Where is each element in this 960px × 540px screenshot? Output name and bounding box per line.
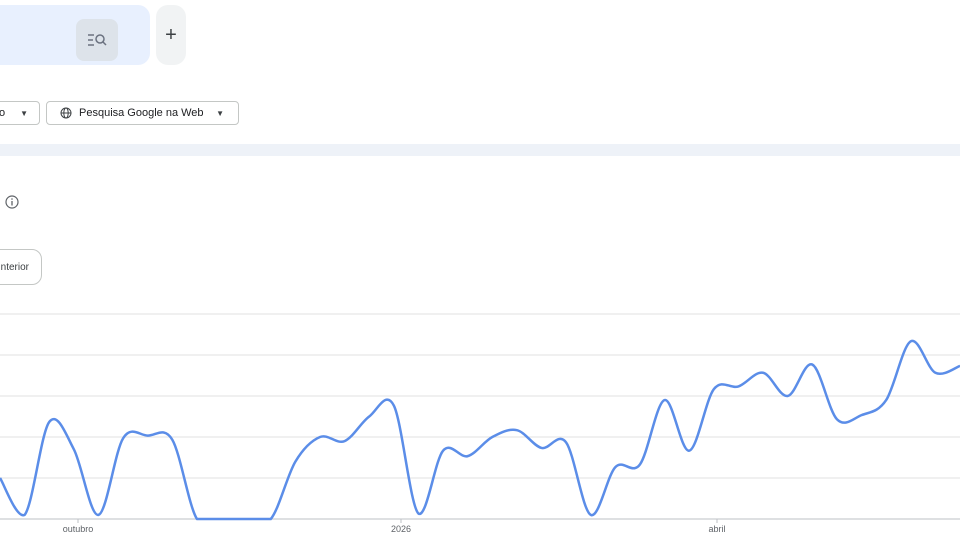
filter-chip-label: o bbox=[0, 107, 6, 119]
previous-period-button[interactable]: nterior bbox=[0, 249, 42, 285]
x-tick-label: 2026 bbox=[391, 524, 411, 534]
add-comparison-button[interactable]: + bbox=[156, 5, 186, 65]
chart-gridlines bbox=[0, 313, 960, 520]
info-icon[interactable] bbox=[5, 195, 19, 209]
search-type-chip[interactable]: Pesquisa Google na Web ▼ bbox=[46, 101, 239, 125]
globe-icon bbox=[60, 107, 72, 119]
search-filter-icon[interactable] bbox=[76, 19, 118, 61]
series-line bbox=[0, 339, 960, 521]
caret-down-icon: ▼ bbox=[20, 108, 28, 118]
x-tick-label: abril bbox=[708, 524, 725, 534]
filter-chip[interactable]: o ▼ bbox=[0, 101, 40, 125]
search-box[interactable] bbox=[0, 5, 150, 65]
search-type-label: Pesquisa Google na Web bbox=[79, 107, 204, 119]
add-button-label: + bbox=[165, 23, 177, 46]
interest-over-time-chart: outubro 2026 abril bbox=[0, 313, 960, 534]
x-tick-label: outubro bbox=[63, 524, 94, 534]
section-divider bbox=[0, 144, 960, 156]
x-axis-ticks: outubro 2026 abril bbox=[63, 519, 726, 534]
caret-down-icon: ▼ bbox=[216, 108, 224, 118]
previous-button-label: nterior bbox=[0, 261, 29, 273]
